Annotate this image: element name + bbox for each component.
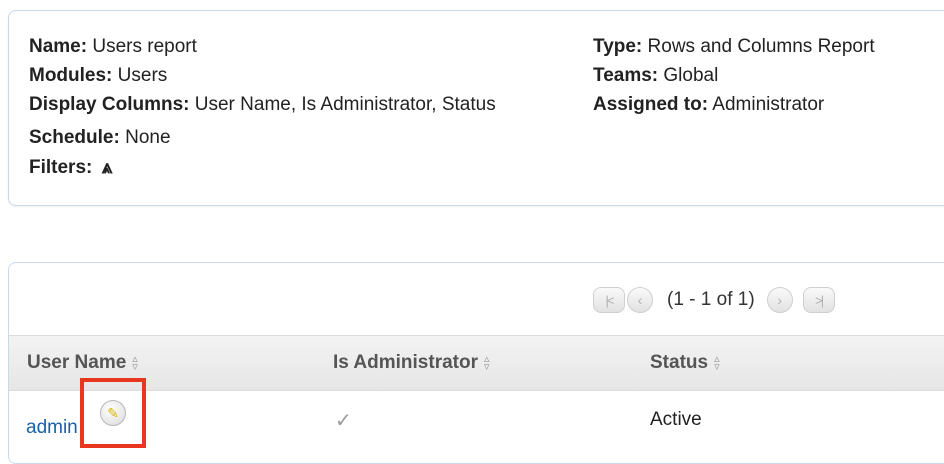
report-modules: Modules: Users [29, 65, 167, 87]
report-results-panel: |< ‹ (1 - 1 of 1) › >| User Name ▵ ▿ Is A… [8, 262, 944, 464]
pencil-icon[interactable]: ✎ [100, 400, 126, 426]
report-filters: Filters: ⩓ [29, 157, 112, 179]
type-label: Type: [593, 36, 643, 57]
report-display-columns: Display Columns: User Name, Is Administr… [29, 94, 496, 116]
column-header-user-name[interactable]: User Name ▵ ▿ [27, 336, 138, 390]
schedule-label: Schedule: [29, 127, 120, 148]
sort-icon[interactable]: ▵ ▿ [484, 354, 490, 373]
pagination: |< ‹ (1 - 1 of 1) › >| [593, 283, 835, 317]
table-header: User Name ▵ ▿ Is Administrator ▵ ▿ Status … [9, 335, 944, 391]
report-details-panel: Name: Users report Modules: Users Displa… [8, 10, 944, 206]
report-schedule: Schedule: None [29, 127, 171, 149]
type-value: Rows and Columns Report [647, 36, 875, 57]
modules-value: Users [117, 65, 168, 86]
report-assigned-to: Assigned to: Administrator [593, 94, 824, 116]
modules-label: Modules: [29, 65, 113, 86]
name-value: Users report [92, 36, 197, 57]
column-header-is-administrator[interactable]: Is Administrator ▵ ▿ [333, 336, 490, 390]
assigned-label: Assigned to: [593, 94, 709, 115]
next-page-icon: › [777, 292, 782, 308]
filters-label: Filters: [29, 157, 93, 178]
teams-value: Global [663, 65, 719, 86]
sort-icon[interactable]: ▵ ▿ [132, 354, 138, 373]
cell-is-administrator: ✓ [335, 390, 352, 450]
cell-user-name: admin [26, 390, 78, 450]
teams-label: Teams: [593, 65, 659, 86]
last-page-icon: >| [815, 292, 824, 308]
report-name: Name: Users report [29, 36, 197, 58]
status-value: Active [650, 409, 702, 430]
display-columns-value: User Name, Is Administrator, Status [194, 94, 496, 115]
table-row: admin ✎ ✓ Active [9, 390, 944, 450]
assigned-value: Administrator [712, 94, 825, 115]
column-header-label: Status [650, 352, 709, 373]
column-header-status[interactable]: Status ▵ ▿ [650, 336, 720, 390]
cell-status: Active [650, 390, 702, 450]
name-label: Name: [29, 36, 88, 57]
last-page-button[interactable]: >| [802, 287, 835, 313]
first-page-icon: |< [605, 292, 615, 308]
report-type: Type: Rows and Columns Report [593, 36, 875, 58]
column-header-label: User Name [27, 352, 127, 373]
pagination-status: (1 - 1 of 1) [667, 289, 755, 310]
schedule-value: None [125, 127, 171, 148]
filters-collapse-icon[interactable]: ⩓ [102, 157, 113, 179]
report-teams: Teams: Global [593, 65, 718, 87]
sort-icon[interactable]: ▵ ▿ [714, 354, 720, 373]
column-header-label: Is Administrator [333, 352, 478, 373]
display-columns-label: Display Columns: [29, 94, 190, 115]
previous-page-button[interactable]: ‹ [627, 287, 653, 313]
checkmark-icon: ✓ [335, 409, 352, 432]
user-name-link[interactable]: admin [26, 417, 78, 439]
previous-page-icon: ‹ [637, 292, 643, 308]
next-page-button[interactable]: › [766, 287, 793, 313]
first-page-button[interactable]: |< [593, 287, 625, 313]
